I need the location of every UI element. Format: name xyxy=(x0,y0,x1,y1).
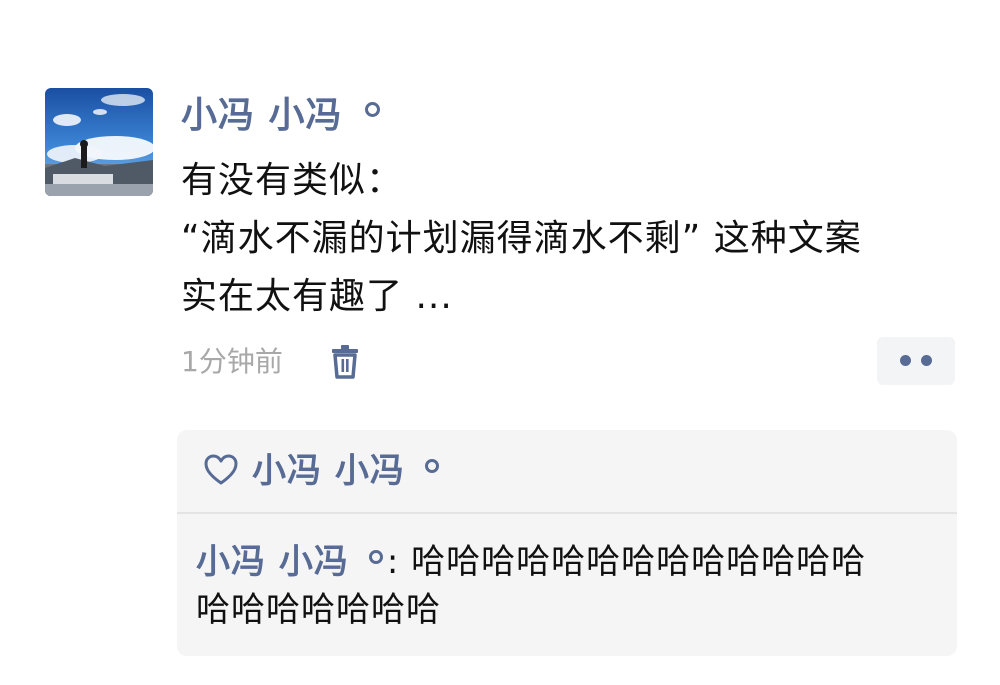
comment-author-text[interactable]: 小冯 小冯 xyxy=(196,542,349,582)
user-badge-icon xyxy=(364,101,380,117)
comment-separator: : xyxy=(386,542,400,582)
delete-button[interactable] xyxy=(330,345,360,379)
user-badge-icon xyxy=(424,458,439,473)
comment-text-continued: 哈哈哈哈哈哈哈 xyxy=(196,590,441,630)
post-timestamp: 1分钟前 xyxy=(181,345,283,378)
heart-icon xyxy=(204,454,238,485)
comment-panel: 小冯 小冯 小冯 小冯: 哈哈哈哈哈哈哈哈哈哈哈哈哈 哈哈哈哈哈哈哈 xyxy=(177,430,957,656)
like-username-text[interactable]: 小冯 小冯 xyxy=(252,451,405,491)
more-dots-icon xyxy=(921,355,932,366)
post-username[interactable]: 小冯 小冯 xyxy=(181,92,380,140)
like-username[interactable]: 小冯 小冯 xyxy=(252,448,439,494)
comment-line: 小冯 小冯: 哈哈哈哈哈哈哈哈哈哈哈哈哈 xyxy=(196,538,941,586)
comment-text: 哈哈哈哈哈哈哈哈哈哈哈哈哈 xyxy=(411,542,867,582)
comment-author[interactable]: 小冯 小冯 xyxy=(196,542,387,582)
post-username-text[interactable]: 小冯 小冯 xyxy=(181,95,343,136)
user-badge-icon xyxy=(368,549,383,564)
post-text-line: 有没有类似： xyxy=(181,160,404,201)
post-text-line: 实在太有趣了 ... xyxy=(181,276,453,317)
more-dots-icon xyxy=(900,355,911,366)
avatar[interactable] xyxy=(45,88,153,196)
avatar-image xyxy=(45,88,153,196)
more-options-button[interactable] xyxy=(877,337,955,385)
likes-row: 小冯 小冯 xyxy=(177,430,957,514)
comment-item[interactable]: 小冯 小冯: 哈哈哈哈哈哈哈哈哈哈哈哈哈 哈哈哈哈哈哈哈 xyxy=(196,538,941,634)
trash-icon xyxy=(332,345,358,379)
post-text: 有没有类似： “滴水不漏的计划漏得滴水不剩” 这种文案 实在太有趣了 ... xyxy=(181,152,971,326)
post-text-line: “滴水不漏的计划漏得滴水不剩” 这种文案 xyxy=(181,218,862,259)
